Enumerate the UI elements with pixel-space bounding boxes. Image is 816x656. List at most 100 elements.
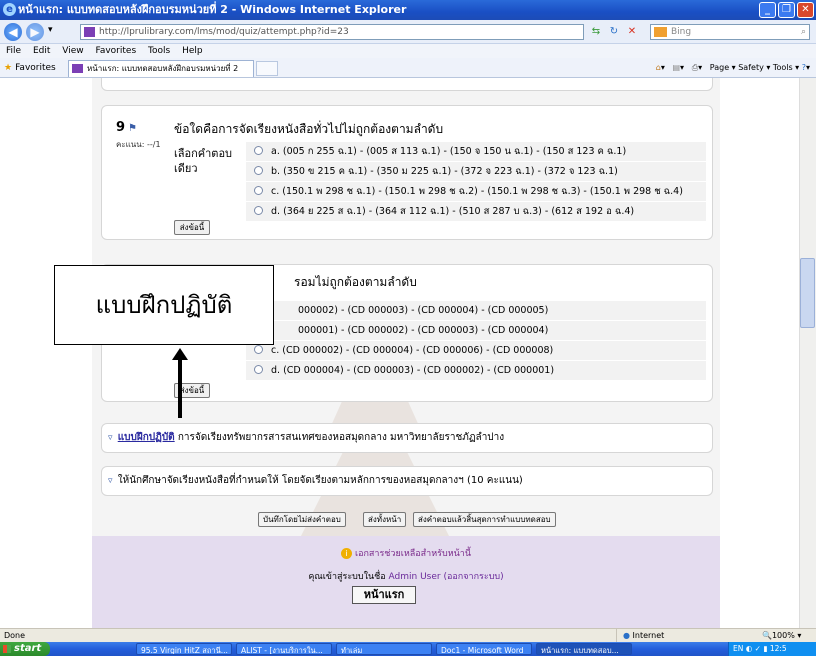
flag-icon[interactable]: ⚑: [128, 123, 137, 134]
answer-label: b. (350 ข 215 ค ฉ.1) - (350 ม 225 ฉ.1) -…: [271, 166, 618, 177]
back-button[interactable]: ◀: [4, 23, 22, 41]
taskbar-item-alist[interactable]: ALIST - [งานบริการใน...: [236, 643, 332, 655]
radio-button[interactable]: [254, 206, 263, 215]
security-zone: ● Internet: [616, 629, 718, 643]
answer-label: c. (CD 000002) - (CD 000004) - (CD 00000…: [271, 345, 554, 356]
stop-icon[interactable]: ✕: [624, 24, 640, 40]
taskbar-item-word[interactable]: Doc1 - Microsoft Word: [436, 643, 532, 655]
feeds-icon[interactable]: ▤: [672, 63, 680, 72]
menu-tools[interactable]: Tools: [148, 46, 170, 56]
address-url: http://lprulibrary.com/lms/mod/quiz/atte…: [99, 27, 349, 37]
site-favicon: [84, 27, 95, 37]
close-button[interactable]: ✕: [797, 2, 814, 18]
answer-label: d. (364 ย 225 ส ฉ.1) - (364 ส 112 ฉ.1) -…: [271, 206, 635, 217]
practice-section: ▿ แบบฝึกปฏิบัติ การจัดเรียงทรัพยากรสารสน…: [101, 423, 713, 453]
tab-title: หน้าแรก: แบบทดสอบหลังฝึกอบรมหน่วยที่ 2: [87, 64, 239, 73]
question-number: 9 ⚑: [116, 120, 137, 135]
menu-edit[interactable]: Edit: [33, 46, 50, 56]
help-link-text: เอกสารช่วยเหลือสำหรับหน้านี้: [355, 549, 471, 559]
ie-icon: e: [3, 3, 16, 16]
command-bar[interactable]: ⌂▾ ▤▾ ⎙▾ Page ▾ Safety ▾ Tools ▾ ?▾: [656, 58, 810, 78]
bing-icon: [654, 27, 667, 37]
status-text: Done: [4, 631, 26, 640]
vertical-scrollbar[interactable]: [799, 78, 816, 628]
menu-help[interactable]: Help: [182, 46, 203, 56]
previous-question-box: [101, 78, 713, 91]
submit-all-finish-button[interactable]: ส่งคำตอบแล้วสิ้นสุดการทำแบบทดสอบ: [413, 512, 556, 527]
address-input[interactable]: http://lprulibrary.com/lms/mod/quiz/atte…: [80, 24, 584, 40]
logout-link[interactable]: (ออกจากระบบ): [443, 572, 503, 582]
zoom-level: 100%: [771, 631, 795, 640]
favorites-bar: ★ Favorites หน้าแรก: แบบทดสอบหลังฝึกอบรมห…: [0, 58, 816, 78]
login-info: คุณเข้าสู่ระบบในชื่อ Admin User (ออกจากร…: [92, 569, 720, 583]
answer-option-c[interactable]: c. (CD 000002) - (CD 000004) - (CD 00000…: [246, 341, 706, 360]
answer-option-c[interactable]: c. (150.1 พ 298 ช ฉ.1) - (150.1 พ 298 ช …: [246, 182, 706, 201]
user-link[interactable]: Admin User: [389, 572, 441, 582]
answer-label: c. (150.1 พ 298 ช ฉ.1) - (150.1 พ 298 ช …: [271, 186, 683, 197]
practice-link[interactable]: แบบฝึกปฏิบัติ: [118, 432, 175, 443]
globe-icon: ●: [623, 631, 630, 640]
radio-button[interactable]: [254, 186, 263, 195]
start-button[interactable]: start: [0, 642, 50, 656]
task-section: ▿ ให้นักศึกษาจัดเรียงหนังสือที่กำหนดให้ …: [101, 466, 713, 496]
new-tab-button[interactable]: [256, 61, 278, 76]
refresh-icon[interactable]: ↻: [606, 24, 622, 40]
taskbar-item-radio[interactable]: 95.5 Virgin HitZ สถานี...: [136, 643, 232, 655]
expand-icon[interactable]: ▿: [108, 476, 113, 486]
menu-view[interactable]: View: [62, 46, 83, 56]
page-viewport: 9 ⚑ คะแนน: --/1 ข้อใดคือการจัดเรียงหนังสื…: [0, 78, 816, 628]
answer-list: 000002) - (CD 000003) - (CD 000004) - (C…: [246, 301, 706, 381]
help-icon[interactable]: ?: [802, 63, 806, 72]
start-label: start: [14, 643, 42, 654]
favorites-label: Favorites: [15, 63, 56, 73]
recent-pages-dropdown[interactable]: ▾: [48, 25, 53, 35]
windows-flag-icon: [3, 645, 11, 653]
login-prefix: คุณเข้าสู่ระบบในชื่อ: [308, 572, 386, 582]
minimize-button[interactable]: _: [759, 2, 776, 18]
expand-icon[interactable]: ▿: [108, 433, 113, 443]
maximize-button[interactable]: ❐: [778, 2, 795, 18]
window-titlebar: e หน้าแรก: แบบทดสอบหลังฝึกอบรมหน่วยที่ 2…: [0, 0, 816, 20]
zoom-icon: 🔍: [762, 631, 772, 640]
info-icon: i: [341, 548, 352, 559]
search-icon[interactable]: ⌕: [801, 25, 806, 39]
radio-button[interactable]: [254, 345, 263, 354]
answer-option-a[interactable]: a. (005 ก 255 ฉ.1) - (005 ส 113 ฉ.1) - (…: [246, 142, 706, 161]
taskbar-item-ie[interactable]: หน้าแรก: แบบทดสอบ...: [536, 643, 632, 655]
status-bar: Done ● Internet 🔍100% ▾: [0, 628, 816, 643]
answer-option-b[interactable]: b. (350 ข 215 ค ฉ.1) - (350 ม 225 ฉ.1) -…: [246, 162, 706, 181]
browser-tab[interactable]: หน้าแรก: แบบทดสอบหลังฝึกอบรมหน่วยที่ 2: [68, 60, 254, 77]
save-without-submit-button[interactable]: บันทึกโดยไม่ส่งคำตอบ: [258, 512, 346, 527]
page-footer: i เอกสารช่วยเหลือสำหรับหน้านี้ คุณเข้าสู่…: [92, 536, 720, 628]
submit-page-button[interactable]: ส่งทั้งหน้า: [363, 512, 407, 527]
search-placeholder: Bing: [671, 27, 692, 37]
compat-view-icon[interactable]: ⇆: [588, 24, 604, 40]
home-icon[interactable]: ⌂: [656, 63, 661, 72]
menu-file[interactable]: File: [6, 46, 21, 56]
radio-button[interactable]: [254, 365, 263, 374]
answer-option-d[interactable]: d. (364 ย 225 ส ฉ.1) - (364 ส 112 ฉ.1) -…: [246, 202, 706, 221]
forward-button[interactable]: ▶: [26, 23, 44, 41]
callout-label: แบบฝึกปฏิบัติ: [54, 265, 274, 345]
question-text: ข้อใดคือการจัดเรียงหนังสือทั่วไปไม่ถูกต้…: [174, 122, 444, 136]
answer-option-a[interactable]: 000002) - (CD 000003) - (CD 000004) - (C…: [246, 301, 706, 320]
taskbar-item-folder[interactable]: ทำเล่ม: [336, 643, 432, 655]
answer-list: a. (005 ก 255 ฉ.1) - (005 ส 113 ฉ.1) - (…: [246, 142, 706, 222]
answer-option-d[interactable]: d. (CD 000004) - (CD 000003) - (CD 00000…: [246, 361, 706, 380]
search-input[interactable]: Bing ⌕: [650, 24, 810, 40]
zoom-control[interactable]: 🔍100% ▾: [762, 629, 801, 643]
print-icon[interactable]: ⎙: [692, 63, 698, 72]
radio-button[interactable]: [254, 146, 263, 155]
answer-option-b[interactable]: 000001) - (CD 000002) - (CD 000003) - (C…: [246, 321, 706, 340]
scrollbar-thumb[interactable]: [800, 258, 815, 328]
menu-favorites[interactable]: Favorites: [95, 46, 136, 56]
radio-button[interactable]: [254, 166, 263, 175]
help-link[interactable]: i เอกสารช่วยเหลือสำหรับหน้านี้: [92, 546, 720, 560]
home-button[interactable]: หน้าแรก: [352, 586, 416, 604]
system-tray: EN ◐ ✓ ▮ 12:5: [728, 642, 816, 656]
submit-question-button[interactable]: ส่งข้อนี้: [174, 220, 210, 235]
windows-taskbar: start 95.5 Virgin HitZ สถานี... ALIST - …: [0, 642, 816, 656]
question-text: รอมไม่ถูกต้องตามลำดับ: [294, 275, 417, 289]
task-description: ให้นักศึกษาจัดเรียงหนังสือที่กำหนดให้ โด…: [117, 475, 523, 486]
favorites-button[interactable]: ★ Favorites: [4, 58, 56, 78]
